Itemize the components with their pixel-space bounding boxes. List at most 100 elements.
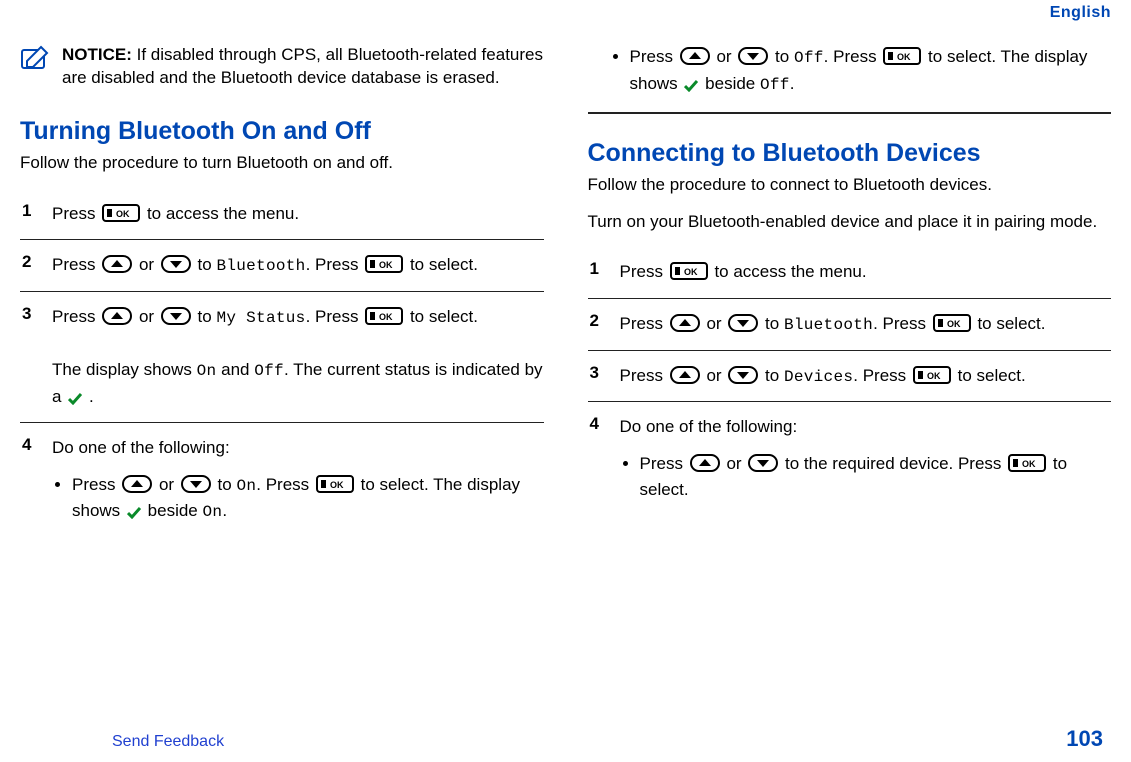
t: Press [630,47,673,66]
bullet-list: Press or to the required device. Press O… [620,451,1112,504]
step: 3 Press or to My Status. Press OK to sel… [20,291,544,422]
t: The display shows [52,360,192,379]
step-number: 3 [590,360,599,386]
step: 3 Press or to Devices. Press OK to selec… [588,350,1112,402]
t: or [139,255,154,274]
checkmark-icon [68,393,82,405]
step-number: 1 [22,198,31,224]
bullet: Press or to Off. Press OK to select. The… [630,44,1112,98]
ok-button-icon: OK [1008,454,1046,472]
step: 2 Press or to Bluetooth. Press OK to sel… [588,298,1112,350]
t: Press [72,475,115,494]
down-button-icon [161,255,191,273]
t: Press [52,204,95,223]
checkmark-icon [684,80,698,92]
step-text: Press or to Bluetooth. Press OK to selec… [52,255,478,274]
section2-heading: Connecting to Bluetooth Devices [588,138,1112,168]
step-text: Press or to Devices. Press OK to select. [620,366,1026,385]
t: Press [620,314,663,333]
down-button-icon [728,314,758,332]
ok-button-icon: OK [316,475,354,493]
t: Press [640,454,683,473]
down-button-icon [738,47,768,65]
t: . [89,387,94,406]
step-text: Press OK to access the menu. [620,262,867,281]
t: to [198,307,212,326]
svg-text:OK: OK [1022,459,1036,469]
t: . [790,74,795,93]
up-button-icon [690,454,720,472]
up-button-icon [670,314,700,332]
section1-heading: Turning Bluetooth On and Off [20,116,544,146]
t: to select. [410,255,478,274]
t: to [198,255,212,274]
header-language: English [1050,4,1111,22]
step: 4 Do one of the following: Press or to t… [588,401,1112,521]
ok-button-icon: OK [102,204,140,222]
menu-item: On [203,503,223,521]
checkmark-icon [127,507,141,519]
t: Press [52,307,95,326]
notice-text: If disabled through CPS, all Bluetooth-r… [62,45,543,87]
step-number: 2 [590,308,599,334]
menu-item: Bluetooth [216,257,305,275]
step-text: Press OK to access the menu. [52,204,299,223]
svg-text:OK: OK [927,371,941,381]
menu-item: Off [760,76,790,94]
send-feedback-link[interactable]: Send Feedback [112,733,224,751]
t: Press [620,366,663,385]
right-column: Press or to Off. Press OK to select. The… [588,44,1112,543]
up-button-icon [122,475,152,493]
svg-text:OK: OK [330,480,344,490]
t: to select. [977,314,1045,333]
step-number: 3 [22,301,31,327]
t: . [222,501,227,520]
step-text: Do one of the following: [620,417,798,436]
t: Press [620,262,663,281]
t: beside [148,501,198,520]
notice-title: NOTICE: [62,45,132,64]
down-button-icon [161,307,191,325]
section1-intro: Follow the procedure to turn Bluetooth o… [20,152,544,175]
menu-item: Off [794,49,824,67]
left-column: NOTICE: If disabled through CPS, all Blu… [20,44,544,543]
t: beside [705,74,755,93]
step-number: 2 [22,249,31,275]
step-text: Press or to My Status. Press OK to selec… [52,307,543,406]
t: . Press [256,475,309,494]
t: to select. [410,307,478,326]
menu-item: On [197,362,217,380]
t: to [218,475,232,494]
section2-intro1: Follow the procedure to connect to Bluet… [588,174,1112,197]
menu-item: Bluetooth [784,316,873,334]
step-number: 4 [590,411,599,437]
bullet-list: Press or to On. Press OK to select. The … [52,472,544,526]
t: . Press [306,307,359,326]
section1-steps: 1 Press OK to access the menu. 2 Press o… [20,189,544,543]
ok-button-icon: OK [883,47,921,65]
section2-intro2: Turn on your Bluetooth-enabled device an… [588,211,1112,234]
step-number: 4 [22,432,31,458]
t: or [706,314,721,333]
t: to select. [958,366,1026,385]
page-footer: Send Feedback 103 [0,726,1131,752]
svg-text:OK: OK [379,312,393,322]
t: to access the menu. [147,204,299,223]
step: 4 Do one of the following: Press or to O… [20,422,544,543]
menu-item: My Status [216,309,305,327]
t: or [139,307,154,326]
up-button-icon [680,47,710,65]
down-button-icon [748,454,778,472]
ok-button-icon: OK [365,307,403,325]
t: or [726,454,741,473]
down-button-icon [728,366,758,384]
ok-button-icon: OK [365,255,403,273]
t: to access the menu. [714,262,866,281]
notice-icon [20,44,50,90]
svg-text:OK: OK [684,267,698,277]
notice-body: NOTICE: If disabled through CPS, all Blu… [62,44,544,90]
down-button-icon [181,475,211,493]
svg-text:OK: OK [116,209,130,219]
step-text: Press or to Bluetooth. Press OK to selec… [620,314,1046,333]
t: or [716,47,731,66]
